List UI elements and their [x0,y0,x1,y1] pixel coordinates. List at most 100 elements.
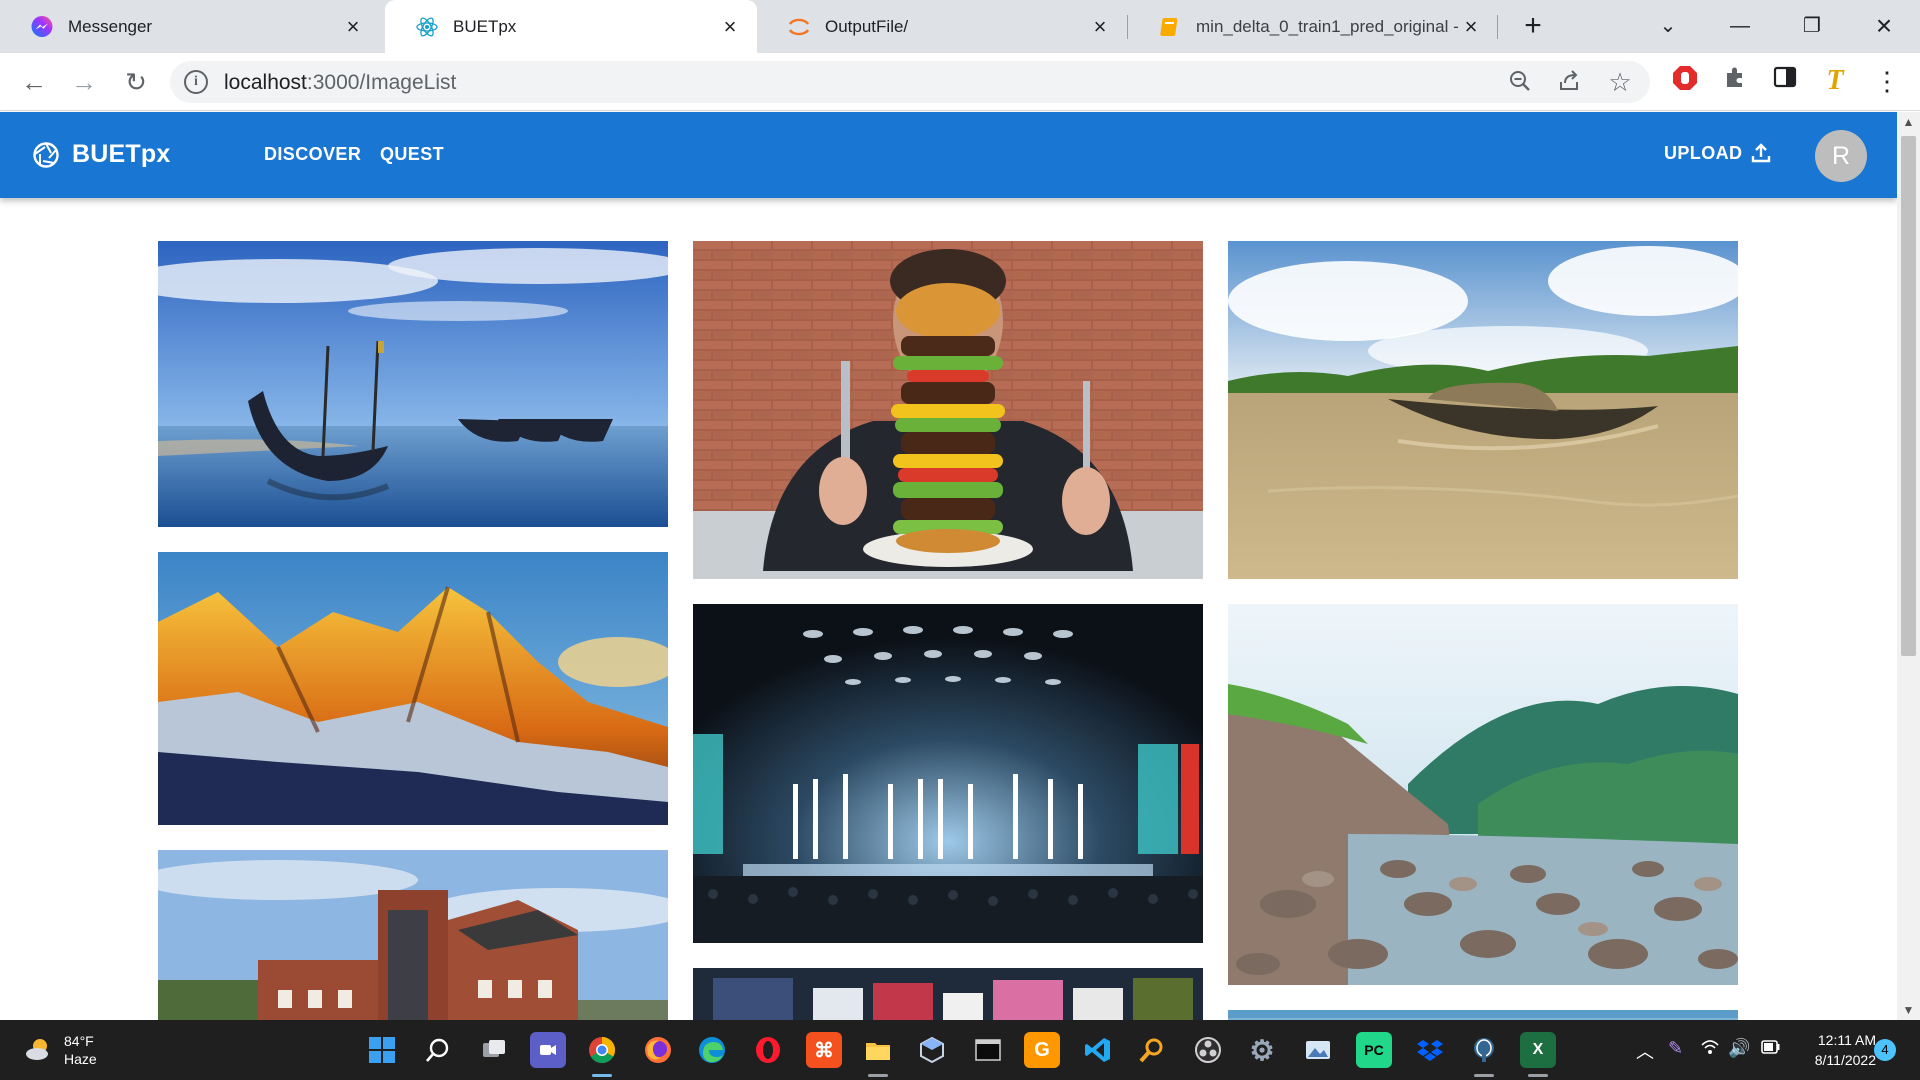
rocky-river-hills-photo [1228,604,1738,985]
image-viewer-icon[interactable] [1300,1032,1336,1068]
tab-messenger[interactable]: Messenger × [0,0,380,53]
edge-icon[interactable] [694,1032,730,1068]
windows-start-icon[interactable] [364,1032,400,1068]
url-text[interactable]: localhost:3000/ImageList [224,71,456,95]
url-host: localhost [224,71,307,94]
url-path: :3000/ImageList [306,71,457,94]
react-icon [415,15,439,39]
postgres-icon[interactable] [1466,1032,1502,1068]
upload-label: UPLOAD [1664,142,1743,163]
weather-temp: 84°F [64,1033,94,1049]
tab-title: BUETpx [453,16,517,36]
dropbox-icon[interactable] [1412,1032,1448,1068]
adblock-icon[interactable] [1668,64,1702,98]
gallery-image[interactable] [1228,604,1738,985]
upload-button[interactable]: UPLOAD [1664,142,1772,164]
gallery-image[interactable] [158,241,668,527]
browser-toolbar: ← → ↻ i localhost:3000/ImageList ☆ T ⋮ [0,53,1920,111]
file-explorer-icon[interactable] [860,1032,896,1068]
battery-icon[interactable] [1760,1038,1782,1061]
restore-icon[interactable]: ❐ [1792,6,1832,46]
close-icon[interactable]: × [719,15,741,38]
tab-buetpx[interactable]: BUETpx × [385,0,757,53]
boats-on-beach-photo [158,241,668,527]
weather-desc: Haze [64,1051,97,1067]
weather-haze-icon [26,1039,48,1060]
new-tab-button[interactable]: + [1516,9,1550,43]
tab-notebook[interactable]: min_delta_0_train1_pred_original - × [1128,0,1498,53]
text-tool-icon[interactable]: T [1818,64,1852,98]
golden-mountain-photo [158,552,668,825]
page-scrollbar[interactable]: ▲ ▼ [1897,112,1920,1020]
notification-badge[interactable]: 4 [1874,1039,1896,1061]
share-icon[interactable] [1556,68,1584,96]
bookmark-star-icon[interactable]: ☆ [1606,68,1634,96]
brand[interactable]: BUETpx [32,140,170,169]
avatar[interactable]: R [1815,130,1867,182]
messenger-icon [30,15,54,39]
side-panel-icon[interactable] [1768,64,1802,98]
tab-search-icon[interactable]: ⌄ [1648,6,1688,46]
weather-widget[interactable]: 84°F Haze [24,1032,97,1068]
close-icon[interactable]: × [342,15,364,38]
gallery-image[interactable] [158,552,668,825]
menu-kebab-icon[interactable]: ⋮ [1870,64,1904,98]
settings-gear-icon[interactable]: ⚙ [1244,1032,1280,1068]
sublime-icon[interactable]: G [1024,1032,1060,1068]
search-icon[interactable] [420,1032,456,1068]
terminal-icon[interactable] [970,1032,1006,1068]
reload-icon[interactable]: ↻ [116,62,156,102]
clock-date: 8/11/2022 [1814,1052,1876,1068]
scroll-up-arrow[interactable]: ▲ [1897,112,1920,132]
windows-taskbar: 84°F Haze ⌘ G ⚙ PC X ︿ ✎ 🔊 12:11 AM 8/11… [0,1020,1920,1080]
firefox-icon[interactable] [640,1032,676,1068]
blue-sky-photo [1228,1010,1738,1020]
gallery-image[interactable] [693,604,1203,943]
show-hidden-icons[interactable]: ︿ [1636,1038,1654,1064]
gallery-image[interactable] [1228,241,1738,579]
active-app-indicator [1474,1074,1494,1077]
task-view-icon[interactable] [476,1032,512,1068]
close-window-icon[interactable]: × [1864,6,1904,46]
address-bar[interactable]: i localhost:3000/ImageList ☆ [170,61,1650,103]
image-gallery [0,198,1897,1020]
scroll-thumb[interactable] [1901,136,1916,656]
git-app-icon[interactable]: ⌘ [806,1032,842,1068]
pycharm-icon[interactable]: PC [1356,1032,1392,1068]
clock-time: 12:11 AM [1817,1032,1876,1048]
volume-icon[interactable]: 🔊 [1728,1038,1750,1059]
gallery-image[interactable] [1228,1010,1738,1020]
gallery-image[interactable] [693,241,1203,579]
virtualbox-icon[interactable] [914,1032,950,1068]
pen-icon[interactable]: ✎ [1668,1038,1683,1059]
nav-quest[interactable]: QUEST [380,144,444,165]
close-icon[interactable]: × [1089,15,1111,38]
gallery-image[interactable] [158,850,668,1020]
magnifier-search-icon[interactable] [1134,1032,1170,1068]
extensions-puzzle-icon[interactable] [1718,64,1752,98]
system-clock[interactable]: 12:11 AM 8/11/2022 [1796,1030,1876,1070]
close-icon[interactable]: × [1460,15,1482,38]
jupyter-icon [787,15,811,39]
zoom-out-icon[interactable] [1506,68,1534,96]
tab-outputfile[interactable]: OutputFile/ × [757,0,1127,53]
brand-name: BUETpx [72,140,171,168]
excel-icon[interactable]: X [1520,1032,1556,1068]
nav-discover[interactable]: DISCOVER [264,144,361,165]
minimize-icon[interactable]: — [1720,6,1760,46]
back-icon[interactable]: ← [14,62,54,102]
forward-icon[interactable]: → [64,62,104,102]
chrome-icon[interactable] [584,1032,620,1068]
notebook-icon [1158,15,1182,39]
scroll-down-arrow[interactable]: ▼ [1897,1000,1920,1020]
gallery-image[interactable] [693,968,1203,1020]
wifi-icon[interactable] [1700,1038,1720,1061]
teams-chat-icon[interactable] [530,1032,566,1068]
site-info-icon[interactable]: i [184,70,208,94]
obs-icon[interactable] [1190,1032,1226,1068]
vscode-icon[interactable] [1080,1032,1116,1068]
opera-icon[interactable] [750,1032,786,1068]
browser-tab-strip: Messenger × BUETpx × OutputFile/ × min_d… [0,0,1920,53]
boat-on-river-photo [1228,241,1738,579]
active-app-indicator [868,1074,888,1077]
